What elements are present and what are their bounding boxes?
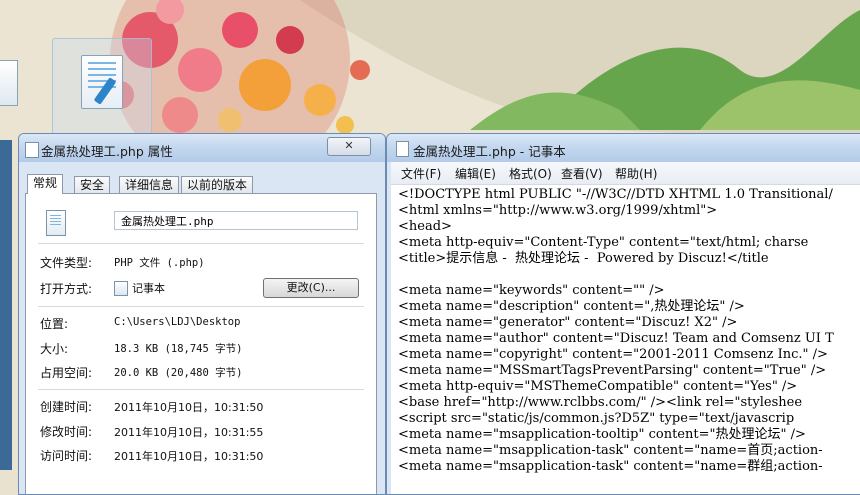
code-line: <meta name="msapplication-tooltip" conte… bbox=[398, 427, 806, 442]
notepad-icon bbox=[396, 141, 409, 157]
code-line: <meta name="generator" content="Discuz! … bbox=[398, 315, 738, 330]
menu-file[interactable]: 文件(F) bbox=[401, 165, 441, 182]
notepad-menubar: 文件(F) 编辑(E) 格式(O) 查看(V) 帮助(H) bbox=[391, 162, 860, 185]
notepad-titlebar[interactable]: 金属热处理工.php - 记事本 bbox=[387, 134, 860, 162]
close-button[interactable]: ✕ bbox=[327, 137, 371, 156]
tab-general[interactable]: 常规 bbox=[27, 174, 64, 194]
accessed-label: 访问时间: bbox=[40, 449, 93, 463]
location-value: C:\Users\LDJ\Desktop bbox=[114, 316, 241, 328]
size-on-disk-label: 占用空间: bbox=[40, 366, 93, 380]
code-line: <script src="static/js/common.js?D5Z" ty… bbox=[398, 411, 795, 426]
code-line: <meta name="keywords" content="" /> bbox=[398, 283, 665, 298]
location-label: 位置: bbox=[40, 317, 69, 331]
size-label: 大小: bbox=[40, 342, 69, 356]
file-name-input[interactable]: 金属热处理工.php bbox=[114, 211, 358, 230]
change-button[interactable]: 更改(C)... bbox=[263, 278, 359, 298]
menu-view[interactable]: 查看(V) bbox=[561, 165, 603, 182]
code-line: <meta name="description" content=",热处理论坛… bbox=[398, 299, 745, 314]
code-line: <meta http-equiv="MSThemeCompatible" con… bbox=[398, 379, 798, 394]
code-line: <base href="http://www.rclbbs.com/" /><l… bbox=[398, 395, 803, 410]
desktop-file-icon-partial[interactable] bbox=[0, 60, 18, 106]
notepad-text-area[interactable]: <!DOCTYPE html PUBLIC "-//W3C//DTD XHTML… bbox=[391, 185, 860, 494]
accessed-value: 2011年10月10日，10:31:50 bbox=[114, 450, 264, 463]
tab-previous-versions[interactable]: 以前的版本 bbox=[181, 176, 254, 193]
created-value: 2011年10月10日，10:31:50 bbox=[114, 401, 264, 414]
open-with-label: 打开方式: bbox=[40, 282, 93, 296]
code-line: <head> bbox=[398, 219, 452, 234]
code-line: <meta http-equiv="Content-Type" content=… bbox=[398, 235, 809, 250]
menu-format[interactable]: 格式(O) bbox=[509, 165, 552, 182]
separator bbox=[38, 389, 364, 390]
modified-label: 修改时间: bbox=[40, 425, 93, 439]
code-line: <meta name="copyright" content="2001-201… bbox=[398, 347, 828, 362]
size-on-disk-value: 20.0 KB (20,480 字节) bbox=[114, 367, 243, 379]
created-label: 创建时间: bbox=[40, 400, 93, 414]
tab-security[interactable]: 安全 bbox=[74, 176, 111, 193]
code-line: <meta name="msapplication-task" content=… bbox=[398, 459, 823, 474]
code-line: <meta name="author" content="Discuz! Tea… bbox=[398, 331, 834, 346]
notepad-title: 金属热处理工.php - 记事本 bbox=[413, 144, 566, 159]
menu-edit[interactable]: 编辑(E) bbox=[455, 165, 496, 182]
code-line: <html xmlns="http://www.w3.org/1999/xhtm… bbox=[398, 203, 718, 218]
properties-dialog: 金属热处理工.php 属性 ✕ 常规 安全 详细信息 以前的版本 金属热处理工.… bbox=[18, 133, 386, 495]
notepad-icon bbox=[114, 281, 128, 296]
desktop-notepad-file-icon[interactable] bbox=[52, 38, 152, 136]
properties-title: 金属热处理工.php 属性 bbox=[41, 144, 173, 159]
code-line: <title>提示信息 - 热处理论坛 - Powered by Discuz!… bbox=[398, 251, 769, 266]
separator bbox=[38, 306, 364, 307]
notepad-window: 金属热处理工.php - 记事本 文件(F) 编辑(E) 格式(O) 查看(V)… bbox=[386, 133, 860, 495]
modified-value: 2011年10月10日，10:31:55 bbox=[114, 426, 264, 439]
size-value: 18.3 KB (18,745 字节) bbox=[114, 343, 243, 355]
php-file-icon bbox=[46, 210, 66, 236]
separator bbox=[38, 243, 364, 244]
php-file-icon bbox=[25, 142, 39, 158]
general-panel: 金属热处理工.php 文件类型: PHP 文件 (.php) 打开方式: 记事本… bbox=[25, 193, 377, 494]
open-with-value: 记事本 bbox=[132, 282, 165, 295]
properties-titlebar[interactable]: 金属热处理工.php 属性 ✕ bbox=[19, 134, 385, 162]
code-line: <meta name="msapplication-task" content=… bbox=[398, 443, 823, 458]
code-line: <meta name="MSSmartTagsPreventParsing" c… bbox=[398, 363, 827, 378]
file-type-label: 文件类型: bbox=[40, 256, 93, 270]
code-line: <!DOCTYPE html PUBLIC "-//W3C//DTD XHTML… bbox=[398, 187, 833, 202]
tab-details[interactable]: 详细信息 bbox=[119, 176, 180, 193]
file-type-value: PHP 文件 (.php) bbox=[114, 257, 205, 269]
menu-help[interactable]: 帮助(H) bbox=[615, 165, 657, 182]
